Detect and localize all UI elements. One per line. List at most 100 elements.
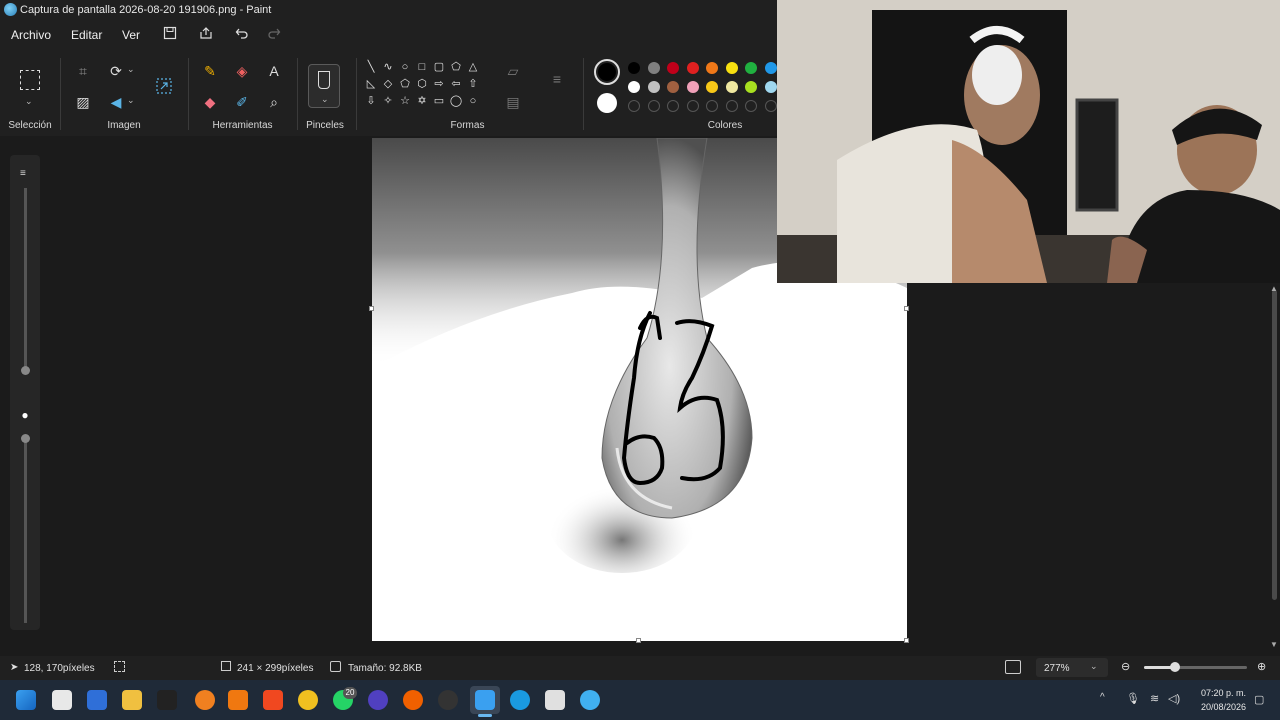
snipping-tool-icon[interactable] <box>545 690 565 710</box>
clock-date[interactable]: 20/08/2026 <box>1196 702 1246 712</box>
shape-fill-icon[interactable]: ▤ <box>504 93 522 111</box>
clock-time[interactable]: 07:20 p. m. <box>1196 688 1246 698</box>
arrow-down-shape-icon[interactable]: ⇩ <box>364 94 378 108</box>
brush-selector[interactable]: ⌄ <box>308 64 340 108</box>
windows-start-icon[interactable] <box>16 690 36 710</box>
color-swatch[interactable] <box>725 81 738 93</box>
zoom-out-icon[interactable]: ⊖ <box>1121 660 1130 673</box>
chevron-down-icon[interactable]: ⌄ <box>127 95 135 106</box>
pentagon-shape-icon[interactable]: ⬠ <box>398 77 412 91</box>
store-icon[interactable] <box>52 690 72 710</box>
opacity-slider-track[interactable] <box>24 438 27 623</box>
color-picker-icon[interactable]: ✐ <box>233 93 251 111</box>
color-swatch[interactable] <box>725 62 738 74</box>
color-swatch[interactable] <box>628 62 640 74</box>
callout-oval-shape-icon[interactable]: ◯ <box>449 94 463 108</box>
zoom-dropdown[interactable]: 277% ⌄ <box>1036 658 1108 677</box>
magnifier-icon[interactable]: ⌕ <box>265 93 283 111</box>
volume-icon[interactable]: ◁) <box>1168 692 1180 705</box>
brave-icon[interactable] <box>263 690 283 710</box>
menu-file[interactable]: Archivo <box>11 28 51 42</box>
size-slider-track[interactable] <box>24 188 27 368</box>
color-swatch[interactable] <box>745 62 757 74</box>
color-swatch[interactable] <box>628 81 640 93</box>
shape-outline-icon[interactable]: ▱ <box>504 62 522 80</box>
canvas-resize-handle-bottom[interactable] <box>636 638 641 643</box>
resize-icon[interactable] <box>155 77 173 95</box>
arrow-right-shape-icon[interactable]: ⇨ <box>432 77 446 91</box>
diamond-shape-icon[interactable]: ◇ <box>381 77 395 91</box>
edge-icon[interactable] <box>510 690 530 710</box>
line-shape-icon[interactable]: ╲ <box>364 60 378 74</box>
save-icon[interactable] <box>161 26 179 44</box>
hexagon-shape-icon[interactable]: ⬡ <box>415 77 429 91</box>
color-swatch[interactable] <box>745 81 757 93</box>
color-swatch[interactable] <box>764 81 777 93</box>
vertical-scrollbar[interactable] <box>1272 290 1277 600</box>
redo-icon[interactable] <box>265 26 283 44</box>
app-icon-orange[interactable] <box>195 690 215 710</box>
crop-icon[interactable]: ⌗ <box>74 62 92 80</box>
star5-shape-icon[interactable]: ☆ <box>398 94 412 108</box>
app-icon-yellow[interactable] <box>298 690 318 710</box>
system-tray-chevron-icon[interactable]: ^ <box>1100 692 1105 703</box>
size-slider-thumb[interactable] <box>21 366 30 375</box>
share-icon[interactable] <box>197 26 215 44</box>
rotate-icon[interactable]: ⟳ <box>107 62 125 80</box>
undo-icon[interactable] <box>233 26 251 44</box>
curve-shape-icon[interactable]: ∿ <box>381 60 395 74</box>
canvas-resize-handle-left[interactable] <box>369 306 374 311</box>
arrow-up-shape-icon[interactable]: ⇧ <box>466 77 480 91</box>
color-swatch[interactable] <box>706 62 718 74</box>
app-icon-dark[interactable] <box>438 690 458 710</box>
microphone-icon[interactable]: 🎙︎ <box>1126 692 1140 705</box>
selection-rect-icon[interactable] <box>20 70 40 90</box>
rectangle-shape-icon[interactable]: □ <box>415 60 429 74</box>
color-swatch[interactable] <box>667 81 679 93</box>
opacity-slider-thumb[interactable] <box>21 434 30 443</box>
rounded-rect-shape-icon[interactable]: ▢ <box>432 60 446 74</box>
menu-view[interactable]: Ver <box>122 28 140 42</box>
primary-color-button[interactable] <box>594 59 620 85</box>
flip-icon[interactable]: ◀ <box>107 93 125 111</box>
fl-studio-icon[interactable] <box>403 690 423 710</box>
outlook-icon[interactable] <box>87 690 107 710</box>
scroll-down-icon[interactable]: ▼ <box>1270 640 1278 649</box>
pencil-icon[interactable]: ✎ <box>201 62 219 80</box>
triangle-shape-icon[interactable]: △ <box>466 60 480 74</box>
callout-rect-shape-icon[interactable]: ▭ <box>432 94 446 108</box>
menu-edit[interactable]: Editar <box>71 28 102 42</box>
custom-color-slot[interactable] <box>667 100 679 112</box>
color-swatch[interactable] <box>764 62 777 74</box>
secondary-color-button[interactable] <box>597 93 617 113</box>
chevron-down-icon[interactable]: ⌄ <box>25 96 33 107</box>
stroke-size-icon[interactable]: ≡ <box>548 70 566 88</box>
right-triangle-shape-icon[interactable]: ◺ <box>364 77 378 91</box>
custom-color-slot[interactable] <box>745 100 757 112</box>
custom-color-slot[interactable] <box>647 100 660 112</box>
custom-color-slot[interactable] <box>706 100 718 112</box>
polygon-shape-icon[interactable]: ⬠ <box>449 60 463 74</box>
vlc-icon[interactable] <box>228 690 248 710</box>
app-icon-purple[interactable] <box>368 690 388 710</box>
color-swatch[interactable] <box>667 62 679 74</box>
text-icon[interactable]: A <box>265 62 283 80</box>
color-swatch[interactable] <box>647 62 660 74</box>
notification-icon[interactable]: ▢ <box>1254 693 1264 706</box>
zoom-in-icon[interactable]: ⊕ <box>1257 660 1266 673</box>
color-swatch[interactable] <box>647 81 660 93</box>
arrow-left-shape-icon[interactable]: ⇦ <box>449 77 463 91</box>
custom-color-slot[interactable] <box>764 100 777 112</box>
fit-to-window-icon[interactable] <box>1005 660 1021 674</box>
zoom-slider-thumb[interactable] <box>1170 662 1180 672</box>
star6-shape-icon[interactable]: ✡ <box>415 94 429 108</box>
cloud-shape-icon[interactable]: ○ <box>466 94 480 108</box>
capcut-icon[interactable] <box>157 690 177 710</box>
color-swatch[interactable] <box>686 62 699 74</box>
file-explorer-icon[interactable] <box>122 690 142 710</box>
color-swatch[interactable] <box>706 81 718 93</box>
custom-color-slot[interactable] <box>628 100 640 112</box>
image-select-icon[interactable]: ▨ <box>74 93 92 111</box>
oval-shape-icon[interactable]: ○ <box>398 60 412 74</box>
star4-shape-icon[interactable]: ✧ <box>381 94 395 108</box>
